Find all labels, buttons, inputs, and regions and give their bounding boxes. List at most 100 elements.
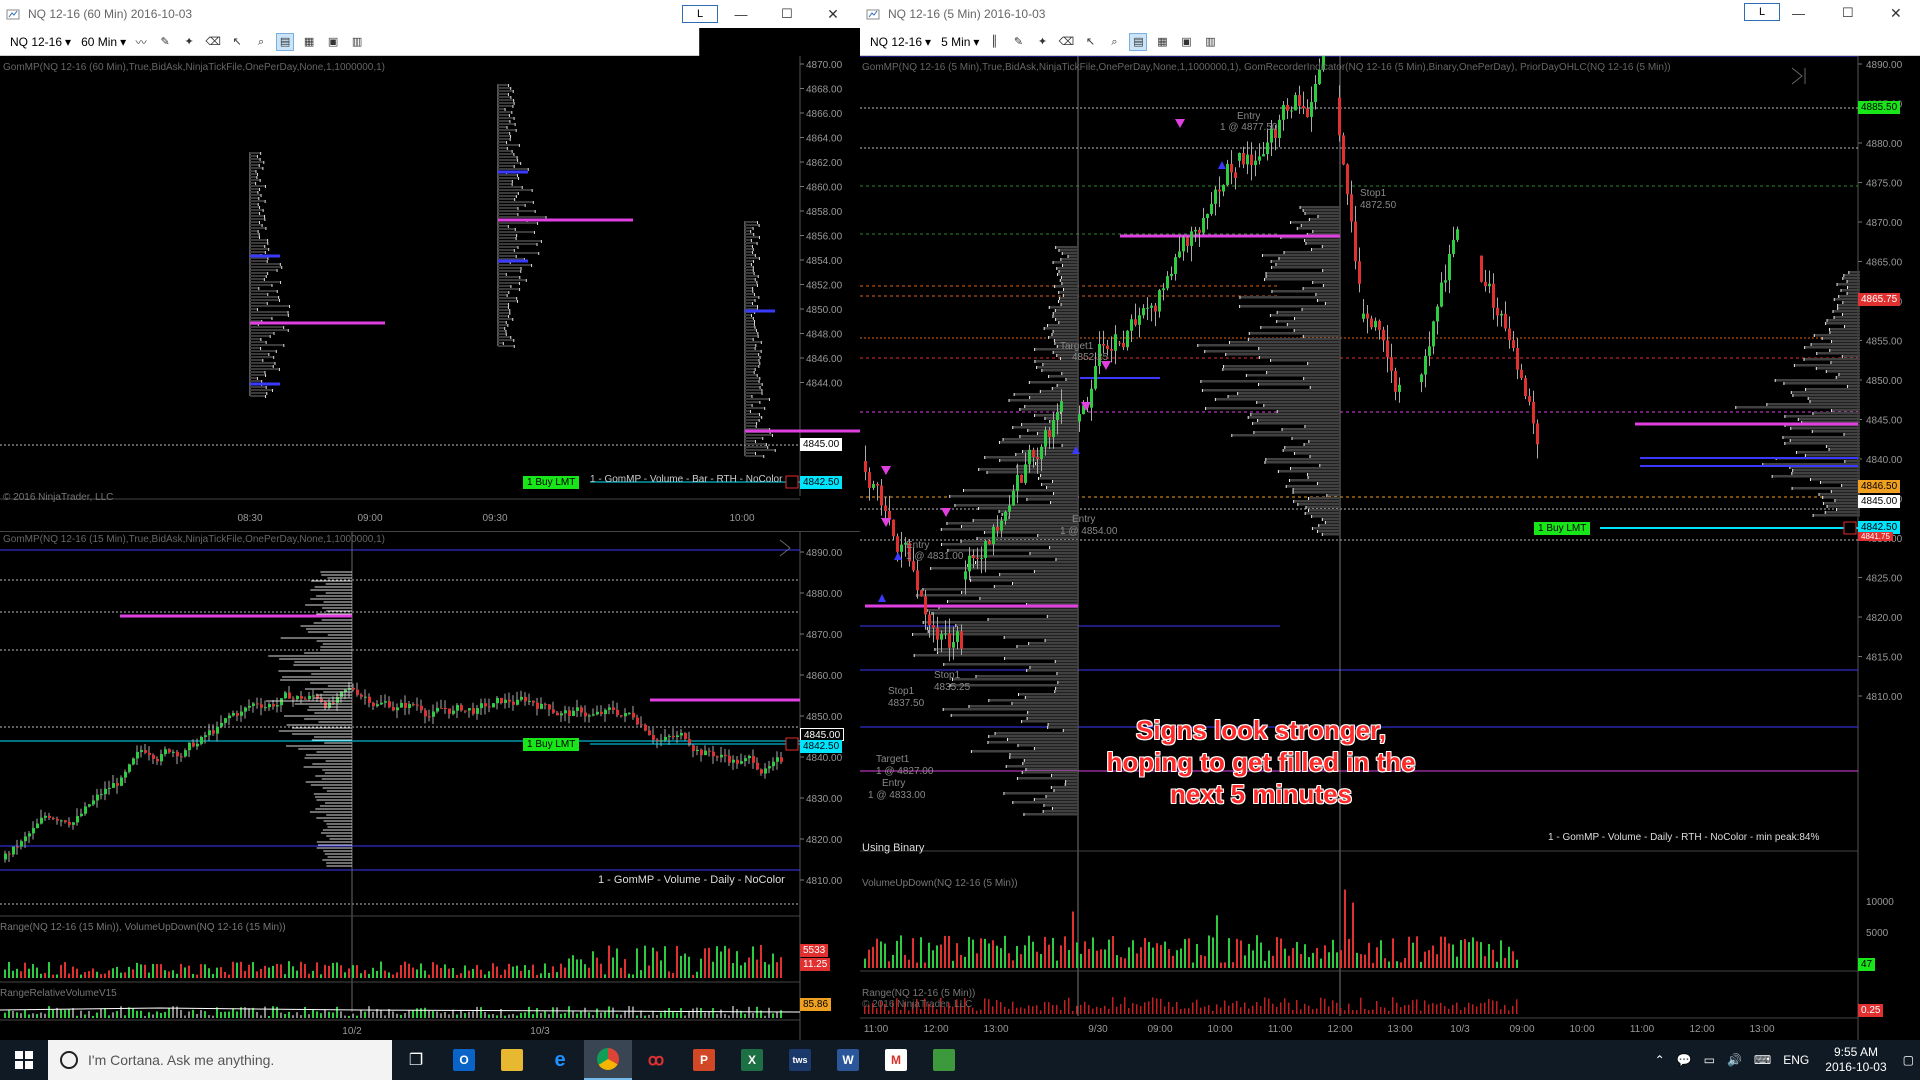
profile-bar	[250, 242, 268, 244]
time-axis-label: 10/3	[530, 1026, 550, 1037]
right-link-button[interactable]: L	[1744, 3, 1780, 21]
star-icon[interactable]: ✦	[1033, 33, 1051, 51]
volume-bar	[876, 938, 878, 968]
zoom-icon[interactable]: ⌕	[1105, 33, 1123, 51]
eraser-icon[interactable]: ⌫	[1057, 33, 1075, 51]
excel-icon: X	[741, 1049, 763, 1071]
left-close-icon[interactable]: ✕	[810, 6, 856, 23]
profile-bar	[745, 320, 755, 322]
right-window-titlebar[interactable]: NQ 12-16 (5 Min) 2016-10-03 L — ☐ ✕	[860, 0, 1920, 28]
profile-bar	[1024, 759, 1078, 762]
volume-bar	[1252, 950, 1254, 968]
indicators-icon[interactable]: ▦	[300, 33, 318, 51]
profile-bar	[745, 266, 754, 268]
volume-bar	[452, 967, 454, 978]
taskbar-edge[interactable]: e	[536, 1040, 584, 1080]
start-button[interactable]	[0, 1040, 48, 1080]
profile-bar	[988, 618, 1078, 621]
left-15min-buy-order[interactable]: 1 Buy LMT	[523, 738, 580, 751]
keyboard-icon[interactable]: ⌨	[1754, 1053, 1771, 1067]
candle-body	[624, 713, 627, 717]
left-minimize-icon[interactable]: —	[718, 7, 764, 22]
left-maximize-icon[interactable]: ☐	[764, 6, 810, 22]
taskbar-gmail[interactable]: M	[872, 1040, 920, 1080]
strategy-icon[interactable]: ▣	[324, 33, 342, 51]
right-chart-window[interactable]: NQ 12-16 (5 Min) 2016-10-03 L — ☐ ✕ NQ 1…	[860, 0, 1920, 1040]
right-minimize-icon[interactable]: —	[1792, 6, 1805, 21]
left-60min-chart[interactable]: 4870.00 4868.00 4866.00 4864.00 4862.00 4860.…	[0, 56, 860, 532]
cursor-icon[interactable]: ↖	[228, 33, 246, 51]
candle-body	[384, 701, 387, 703]
zoom-icon[interactable]: ⌕	[252, 33, 270, 51]
properties-icon[interactable]: ▥	[1201, 33, 1219, 51]
left-instrument-selector[interactable]: NQ 12-16 ▾	[10, 35, 71, 49]
network-icon[interactable]: ▭	[1704, 1053, 1715, 1067]
drawing-tool-icon[interactable]: ✎	[1009, 33, 1027, 51]
right-buy-order[interactable]: 1 Buy LMT	[1534, 522, 1591, 535]
profile-bar	[1059, 270, 1078, 273]
taskbar-utility[interactable]	[920, 1040, 968, 1080]
profile-bar	[250, 281, 281, 283]
candle-body	[664, 736, 667, 741]
profile-bar	[1025, 768, 1078, 771]
taskbar-tws[interactable]: tws	[776, 1040, 824, 1080]
eraser-icon[interactable]: ⌫	[204, 33, 222, 51]
right-interval-selector[interactable]: 5 Min ▾	[941, 35, 979, 49]
volume-bar	[912, 938, 914, 968]
price-axis-label: 4825.00	[1866, 574, 1903, 585]
relvol-bar	[576, 1013, 578, 1018]
taskbar-chrome[interactable]	[584, 1040, 632, 1080]
chart-style-icon[interactable]: 〰	[132, 33, 150, 51]
candle-body	[516, 699, 519, 705]
chart-trader-icon[interactable]: ▤	[276, 32, 295, 51]
profile-bar	[1311, 515, 1340, 518]
relvol-bar	[616, 1014, 618, 1018]
taskbar-file-explorer[interactable]	[488, 1040, 536, 1080]
trade-label-target-mid: Target1	[1060, 341, 1094, 352]
left-interval-selector[interactable]: 60 Min ▾	[81, 35, 126, 49]
properties-icon[interactable]: ▥	[348, 33, 366, 51]
chart-trader-icon[interactable]: ▤	[1129, 32, 1148, 51]
price-axis-label: 4880.00	[1866, 139, 1903, 150]
task-view-button[interactable]: ❐	[392, 1040, 440, 1080]
left-15min-chart[interactable]: 4890.00 4880.00 4870.00 4860.00 4850.00 4840.…	[0, 532, 860, 1040]
taskbar-word[interactable]: W	[824, 1040, 872, 1080]
cursor-icon[interactable]: ↖	[1081, 33, 1099, 51]
relvol-bar	[704, 1012, 706, 1018]
profile-bar	[745, 314, 752, 316]
profile-bar	[498, 294, 508, 296]
candle-body	[136, 751, 139, 759]
price-axis-label: 4820.00	[806, 835, 843, 846]
tray-chevron-up-icon[interactable]: ⌃	[1655, 1053, 1665, 1067]
language-indicator[interactable]: ENG	[1783, 1053, 1809, 1067]
chart-style-icon[interactable]: ║	[985, 33, 1003, 51]
strategy-icon[interactable]: ▣	[1177, 33, 1195, 51]
profile-bar	[250, 173, 258, 175]
left-60min-buy-order[interactable]: 1 Buy LMT	[523, 476, 580, 489]
profile-bar	[498, 225, 509, 227]
profile-bar	[250, 170, 256, 172]
chat-icon[interactable]: 💬	[1677, 1053, 1692, 1067]
profile-bar	[1048, 723, 1078, 726]
right-maximize-icon[interactable]: ☐	[1842, 5, 1854, 21]
left-window-titlebar[interactable]: NQ 12-16 (60 Min) 2016-10-03 L —	[0, 0, 699, 28]
candle-body	[432, 711, 435, 717]
volume-icon[interactable]: 🔊	[1727, 1053, 1742, 1067]
taskbar-powerpoint[interactable]: P	[680, 1040, 728, 1080]
relvol-bar	[392, 1011, 394, 1018]
profile-bar	[1304, 425, 1340, 428]
right-close-icon[interactable]: ✕	[1890, 5, 1902, 22]
taskbar-outlook[interactable]: O	[440, 1040, 488, 1080]
taskbar-ninjatrader[interactable]: ꝏ	[632, 1040, 680, 1080]
taskbar-clock[interactable]: 9:55 AM 2016-10-03	[1825, 1045, 1886, 1075]
right-instrument-selector[interactable]: NQ 12-16 ▾	[870, 35, 931, 49]
left-link-button-2[interactable]: L	[682, 5, 718, 23]
volume-bar	[1412, 942, 1414, 968]
cortana-search-box[interactable]: I'm Cortana. Ask me anything.	[48, 1040, 392, 1080]
taskbar-excel[interactable]: X	[728, 1040, 776, 1080]
indicators-icon[interactable]: ▦	[1153, 33, 1171, 51]
star-icon[interactable]: ✦	[180, 33, 198, 51]
relvol-bar	[620, 1014, 622, 1018]
drawing-tool-icon[interactable]: ✎	[156, 33, 174, 51]
notifications-icon[interactable]: ▢	[1903, 1053, 1914, 1067]
